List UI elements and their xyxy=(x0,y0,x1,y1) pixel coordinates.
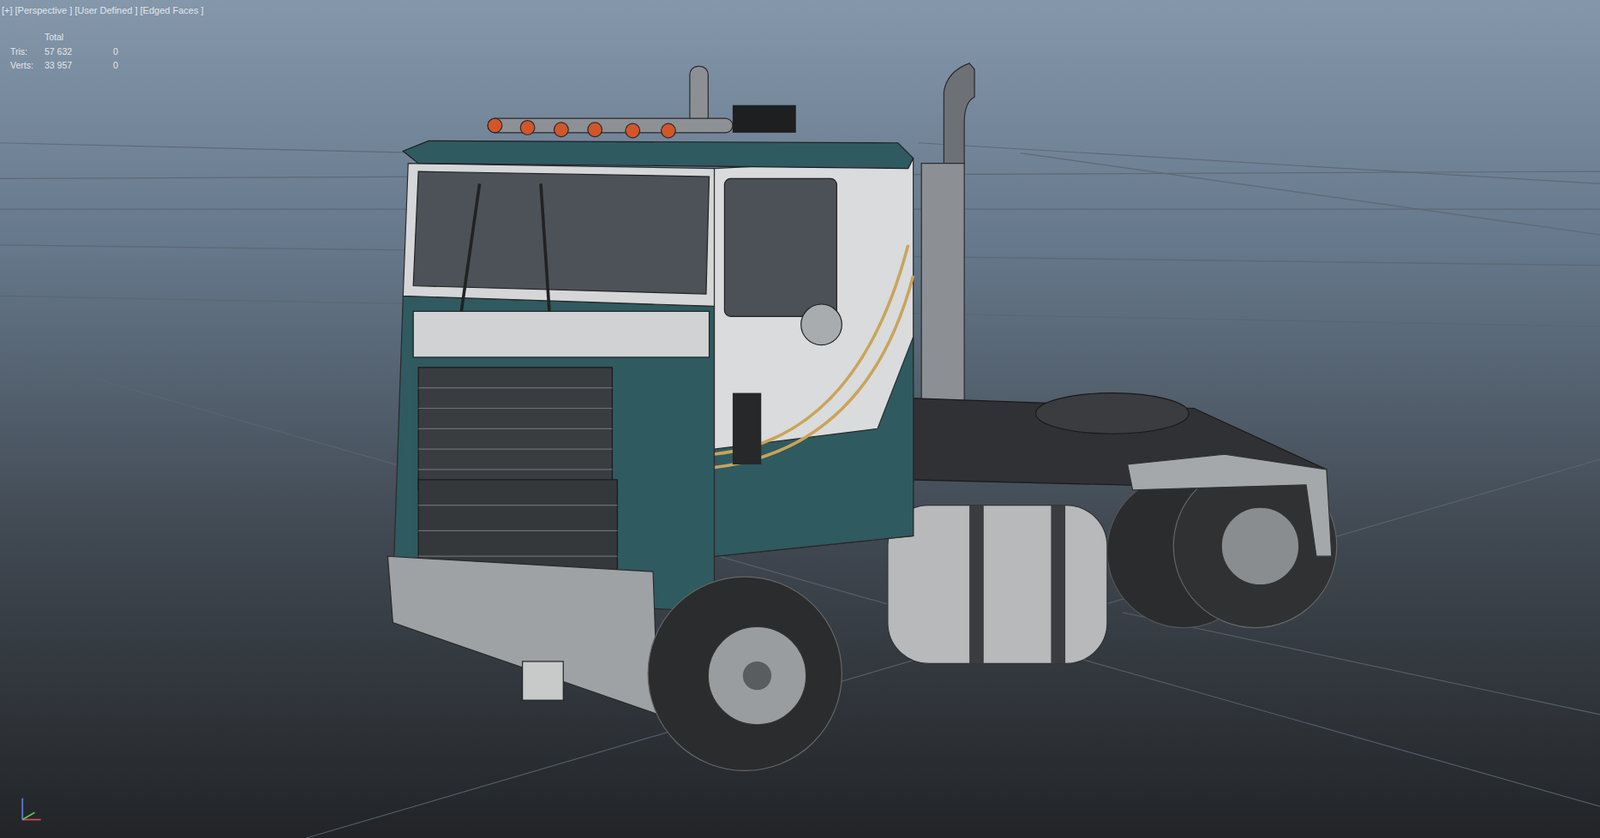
viewport-menu[interactable]: [User Defined ] xyxy=(74,5,138,18)
viewport-menu[interactable]: [+] xyxy=(1,5,13,18)
stats-selected: 0 xyxy=(113,59,139,72)
viewport[interactable]: [+][Perspective ][User Defined ][Edged F… xyxy=(0,0,1600,838)
stats-total: 57 632 xyxy=(44,46,114,58)
viewport-overlay: [+][Perspective ][User Defined ][Edged F… xyxy=(0,0,1600,73)
stats-total: 33 957 xyxy=(44,59,114,72)
stats-label: Tris: xyxy=(10,46,45,58)
axis-gizmo-icon xyxy=(22,798,41,821)
viewport-menu[interactable]: [Perspective ] xyxy=(15,5,73,18)
stats-header: Total xyxy=(10,31,1600,46)
stats-label: Verts: xyxy=(10,59,45,72)
viewport-menu[interactable]: [Edged Faces ] xyxy=(140,5,204,18)
viewport-canvas[interactable] xyxy=(0,0,1600,838)
stats-selected: 0 xyxy=(113,46,139,58)
stats-row: Tris:57 6320 xyxy=(10,45,1600,60)
truck-model[interactable] xyxy=(387,63,1337,772)
viewport-label: [+][Perspective ][User Defined ][Edged F… xyxy=(1,5,1600,18)
stats-row: Verts:33 9570 xyxy=(10,59,1600,73)
ground-grid xyxy=(0,143,1600,838)
stats-panel: TotalTris:57 6320Verts:33 9570 xyxy=(10,31,1600,73)
